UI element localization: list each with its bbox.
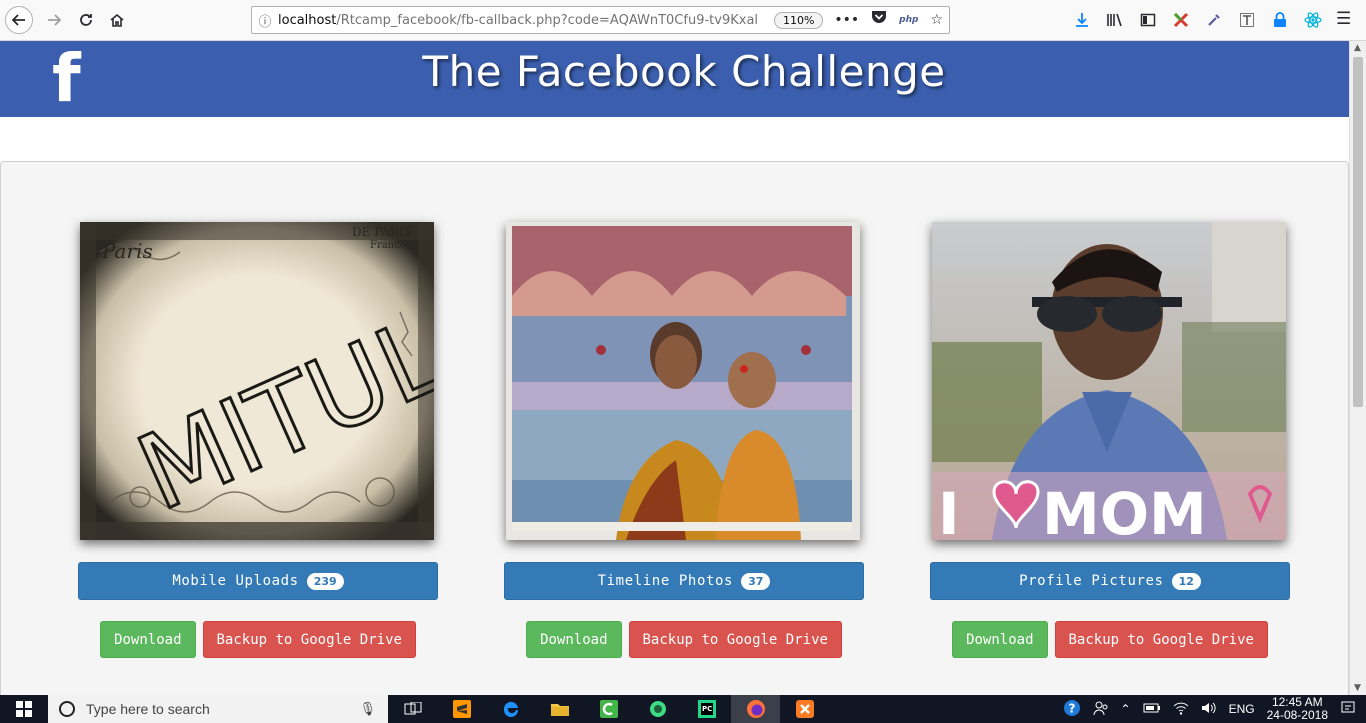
sublime-text-icon[interactable] — [437, 695, 486, 723]
browser-toolbar: ⓘ localhost/Rtcamp_facebook/fb-callback.… — [0, 0, 1366, 41]
android-studio-icon[interactable] — [633, 695, 682, 723]
album-cover-photo[interactable]: Paris DE PARIS France MITUL — [80, 222, 434, 540]
arrow-left-icon — [11, 14, 25, 26]
url-host: localhost — [278, 12, 337, 28]
people-icon[interactable] — [1093, 700, 1109, 719]
pocket-icon[interactable] — [871, 10, 887, 29]
show-hidden-icons-chevron-icon[interactable]: ⌃ — [1121, 702, 1131, 716]
search-circle-icon — [59, 701, 75, 717]
php-extension-icon[interactable]: php — [899, 15, 918, 25]
library-icon[interactable] — [1105, 9, 1124, 31]
taskbar-search-box[interactable]: Type here to search 🎙 — [48, 695, 388, 723]
windows-taskbar: Type here to search 🎙 PC ? ⌃ ENG 12:45 A… — [0, 695, 1366, 723]
battery-icon[interactable] — [1143, 702, 1161, 717]
album-count-badge: 239 — [306, 572, 344, 590]
microphone-icon[interactable]: 🎙 — [359, 701, 376, 717]
address-bar-actions: ••• php ☆ — [834, 10, 943, 29]
forward-button[interactable] — [40, 6, 68, 34]
hamburger-menu-icon[interactable]: ☰ — [1336, 9, 1351, 29]
search-placeholder: Type here to search — [86, 701, 210, 717]
arrow-right-icon — [48, 14, 62, 26]
album-photo-paris-script: Paris — [101, 239, 153, 263]
tools-extension-icon[interactable] — [1171, 9, 1190, 31]
start-button[interactable] — [0, 695, 48, 723]
edge-browser-icon[interactable] — [486, 695, 535, 723]
vertical-scrollbar[interactable]: ▲ ▼ — [1349, 41, 1366, 695]
pycharm-icon[interactable]: PC — [682, 695, 731, 723]
page-viewport: f The Facebook Challenge Paris DE PARIS … — [0, 41, 1349, 695]
album-name: Timeline Photos — [597, 573, 734, 589]
xampp-icon[interactable] — [780, 695, 829, 723]
backup-to-drive-button[interactable]: Backup to Google Drive — [1054, 621, 1268, 658]
download-button[interactable]: Download — [952, 621, 1048, 658]
taskbar-apps: PC — [388, 695, 829, 723]
album-photo-corner-text: DE PARIS — [352, 225, 412, 239]
reload-icon — [80, 14, 92, 26]
album-photo-overlay-text-mom: MOM — [1042, 480, 1207, 540]
url-text[interactable]: localhost/Rtcamp_facebook/fb-callback.ph… — [278, 13, 758, 28]
album-count-badge: 12 — [1171, 572, 1201, 590]
download-button[interactable]: Download — [526, 621, 622, 658]
album-actions: Download Backup to Google Drive — [78, 621, 438, 658]
home-icon — [110, 13, 124, 27]
camtasia-icon[interactable] — [584, 695, 633, 723]
wifi-icon[interactable] — [1173, 701, 1189, 718]
album-name: Profile Pictures — [1019, 573, 1164, 589]
language-indicator[interactable]: ENG — [1229, 702, 1255, 716]
file-explorer-icon[interactable] — [535, 695, 584, 723]
backup-to-drive-button[interactable]: Backup to Google Drive — [202, 621, 416, 658]
text-extension-icon[interactable] — [1237, 9, 1256, 31]
info-icon[interactable]: ⓘ — [252, 11, 278, 30]
album-photo-corner-text-2: France — [370, 240, 406, 251]
album-count-badge: 37 — [741, 572, 771, 590]
back-button[interactable] — [5, 6, 33, 34]
albums-panel: Paris DE PARIS France MITUL Mobile Uploa… — [0, 161, 1349, 695]
zoom-level-badge[interactable]: 110% — [774, 12, 824, 29]
toolbar-extensions — [1072, 9, 1322, 31]
download-button[interactable]: Download — [100, 621, 196, 658]
notifications-icon[interactable] — [1340, 700, 1356, 719]
firefox-icon[interactable] — [731, 695, 780, 723]
system-tray: ? ⌃ ENG 12:45 AM 24-08-2018 — [1063, 695, 1366, 723]
page-actions-icon[interactable]: ••• — [834, 12, 859, 28]
clock[interactable]: 12:45 AM 24-08-2018 — [1267, 696, 1328, 722]
reload-button[interactable] — [72, 6, 100, 34]
scroll-down-arrow-icon[interactable]: ▼ — [1354, 683, 1361, 693]
album-card-profile-pictures: I MOM Profile Pictures 12 Download Backu… — [930, 222, 1290, 658]
clock-date: 24-08-2018 — [1266, 708, 1328, 722]
windows-logo-icon — [16, 701, 32, 717]
site-header: f The Facebook Challenge — [0, 41, 1349, 117]
sidebar-icon[interactable] — [1138, 9, 1157, 31]
album-actions: Download Backup to Google Drive — [930, 621, 1290, 658]
help-icon[interactable]: ? — [1063, 699, 1081, 720]
album-photo-overlay-text-i: I — [938, 480, 960, 540]
album-button-mobile-uploads[interactable]: Mobile Uploads 239 — [78, 562, 438, 600]
lock-extension-icon[interactable] — [1270, 9, 1289, 31]
album-card-timeline-photos: Timeline Photos 37 Download Backup to Go… — [504, 222, 864, 658]
eyedropper-icon[interactable] — [1204, 9, 1223, 31]
album-cover-photo[interactable]: I MOM — [932, 222, 1286, 540]
scrollbar-thumb[interactable] — [1353, 57, 1363, 407]
album-button-profile-pictures[interactable]: Profile Pictures 12 — [930, 562, 1290, 600]
backup-to-drive-button[interactable]: Backup to Google Drive — [628, 621, 842, 658]
svg-text:?: ? — [1068, 701, 1075, 715]
downloads-icon[interactable] — [1072, 9, 1091, 31]
home-button[interactable] — [103, 6, 131, 34]
url-path: /Rtcamp_facebook/fb-callback.php?code=AQ… — [336, 12, 758, 28]
album-actions: Download Backup to Google Drive — [504, 621, 864, 658]
svg-text:PC: PC — [702, 705, 712, 713]
album-cover-photo[interactable] — [506, 222, 860, 540]
volume-icon[interactable] — [1201, 701, 1217, 718]
site-title: The Facebook Challenge — [422, 47, 946, 96]
bookmark-star-icon[interactable]: ☆ — [930, 12, 943, 28]
scroll-up-arrow-icon[interactable]: ▲ — [1354, 43, 1361, 53]
album-name: Mobile Uploads — [172, 573, 299, 589]
address-bar[interactable]: ⓘ localhost/Rtcamp_facebook/fb-callback.… — [251, 6, 950, 34]
album-button-timeline-photos[interactable]: Timeline Photos 37 — [504, 562, 864, 600]
task-view-icon[interactable] — [388, 695, 437, 723]
react-devtools-icon[interactable] — [1303, 9, 1322, 31]
album-card-mobile-uploads: Paris DE PARIS France MITUL Mobile Uploa… — [78, 222, 438, 658]
